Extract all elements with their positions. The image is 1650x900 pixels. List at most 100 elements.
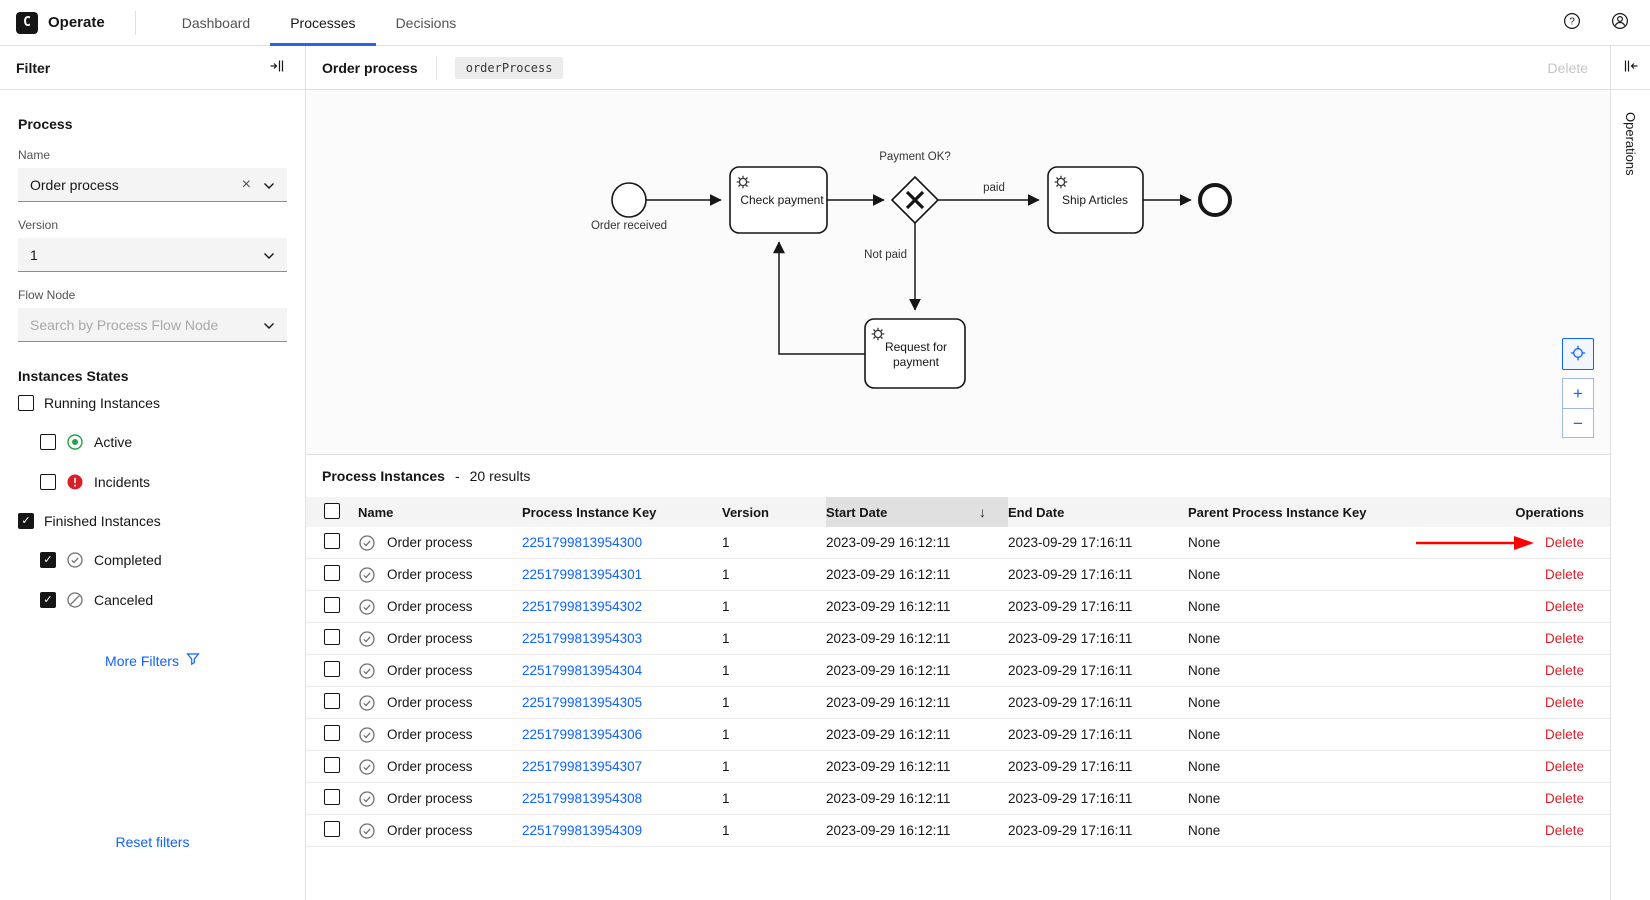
process-instance-key-link[interactable]: 2251799813954309 [522, 823, 642, 838]
bpmn-diagram[interactable]: Order received Check payment Payment OK?… [306, 90, 1610, 455]
row-end-date: 2023-09-29 17:16:11 [1008, 663, 1188, 678]
row-checkbox[interactable] [324, 789, 340, 805]
more-filters-label: More Filters [105, 653, 179, 669]
row-checkbox[interactable] [324, 757, 340, 773]
running-instances-checkbox[interactable] [18, 395, 34, 411]
main-area: Order process orderProcess Delete [306, 46, 1610, 900]
row-delete-link[interactable]: Delete [1545, 599, 1584, 614]
row-delete-link[interactable]: Delete [1545, 663, 1584, 678]
table-row[interactable]: Order process 2251799813954307 1 2023-09… [306, 751, 1610, 783]
row-delete-link[interactable]: Delete [1545, 791, 1584, 806]
column-header-name[interactable]: Name [352, 505, 522, 520]
tab-processes[interactable]: Processes [270, 0, 375, 46]
title-separator: - [455, 468, 460, 484]
user-menu-button[interactable] [1606, 9, 1634, 37]
row-delete-link[interactable]: Delete [1545, 823, 1584, 838]
row-delete-link[interactable]: Delete [1545, 567, 1584, 582]
tab-dashboard[interactable]: Dashboard [162, 0, 271, 46]
column-header-parent-process-instance-key[interactable]: Parent Process Instance Key [1188, 505, 1450, 520]
zoom-in-button[interactable]: + [1562, 378, 1594, 408]
start-event-order-received[interactable] [612, 183, 646, 217]
incidents-state-icon [66, 473, 84, 491]
table-row[interactable]: Order process 2251799813954308 1 2023-09… [306, 783, 1610, 815]
row-end-date: 2023-09-29 17:16:11 [1008, 727, 1188, 742]
more-filters-button[interactable]: More Filters [18, 652, 287, 669]
row-end-date: 2023-09-29 17:16:11 [1008, 631, 1188, 646]
select-all-checkbox[interactable] [324, 503, 340, 519]
row-checkbox[interactable] [324, 629, 340, 645]
zoom-out-button[interactable]: − [1562, 408, 1594, 438]
row-parent-key: None [1188, 599, 1450, 614]
row-checkbox[interactable] [324, 693, 340, 709]
expand-operations-panel-button[interactable] [1617, 54, 1645, 82]
sort-descending-icon[interactable]: ↓ [979, 504, 986, 520]
chevron-down-icon [263, 317, 275, 333]
active-checkbox[interactable] [40, 434, 56, 450]
active-state-icon [66, 433, 84, 451]
table-row[interactable]: Order process 2251799813954301 1 2023-09… [306, 559, 1610, 591]
bpmn-diagram-panel: Order received Check payment Payment OK?… [306, 90, 1610, 455]
table-row[interactable]: Order process 2251799813954305 1 2023-09… [306, 687, 1610, 719]
filter-active[interactable]: Active [40, 433, 287, 451]
column-header-end-date[interactable]: End Date [1008, 505, 1188, 520]
row-checkbox[interactable] [324, 821, 340, 837]
reset-filters-button[interactable]: Reset filters [116, 834, 190, 850]
end-event[interactable] [1200, 185, 1230, 215]
instances-states-title: Instances States [18, 368, 287, 384]
clear-selection-icon[interactable]: × [242, 177, 251, 193]
row-checkbox[interactable] [324, 661, 340, 677]
process-instance-key-link[interactable]: 2251799813954301 [522, 567, 642, 582]
column-header-start-date[interactable]: Start Date ↓ [826, 497, 1008, 527]
row-checkbox[interactable] [324, 725, 340, 741]
canceled-state-icon [66, 591, 84, 609]
column-header-version[interactable]: Version [722, 505, 826, 520]
table-row[interactable]: Order process 2251799813954303 1 2023-09… [306, 623, 1610, 655]
column-header-process-instance-key[interactable]: Process Instance Key [522, 505, 722, 520]
table-row[interactable]: Order process 2251799813954306 1 2023-09… [306, 719, 1610, 751]
process-instance-key-link[interactable]: 2251799813954306 [522, 727, 642, 742]
finished-instances-checkbox[interactable] [18, 513, 34, 529]
completed-checkbox[interactable] [40, 552, 56, 568]
delete-process-button-disabled[interactable]: Delete [1548, 60, 1588, 76]
row-delete-link[interactable]: Delete [1545, 695, 1584, 710]
process-instance-key-link[interactable]: 2251799813954303 [522, 631, 642, 646]
content-area: Filter Process Name Order process × Vers… [0, 46, 1650, 900]
filter-canceled[interactable]: Canceled [40, 591, 287, 609]
brand[interactable]: C Operate [16, 12, 105, 34]
reset-diagram-view-button[interactable] [1562, 338, 1594, 370]
row-delete-link[interactable]: Delete [1545, 759, 1584, 774]
process-version-select[interactable]: 1 [18, 238, 287, 272]
filter-funnel-icon [186, 652, 200, 669]
filter-completed[interactable]: Completed [40, 551, 287, 569]
filter-incidents[interactable]: Incidents [40, 473, 287, 491]
row-version: 1 [722, 823, 826, 838]
filter-running-instances[interactable]: Running Instances [18, 395, 287, 411]
table-row[interactable]: Order process 2251799813954300 1 2023-09… [306, 527, 1610, 559]
process-instance-key-link[interactable]: 2251799813954307 [522, 759, 642, 774]
canceled-checkbox[interactable] [40, 592, 56, 608]
process-instance-key-link[interactable]: 2251799813954304 [522, 663, 642, 678]
process-instance-key-link[interactable]: 2251799813954300 [522, 535, 642, 550]
row-delete-link[interactable]: Delete [1545, 631, 1584, 646]
process-instance-key-link[interactable]: 2251799813954305 [522, 695, 642, 710]
incidents-checkbox[interactable] [40, 474, 56, 490]
process-instance-key-link[interactable]: 2251799813954302 [522, 599, 642, 614]
tab-decisions[interactable]: Decisions [376, 0, 477, 46]
process-name-combobox[interactable]: Order process × [18, 168, 287, 202]
table-row[interactable]: Order process 2251799813954309 1 2023-09… [306, 815, 1610, 847]
row-checkbox[interactable] [324, 533, 340, 549]
row-end-date: 2023-09-29 17:16:11 [1008, 599, 1188, 614]
filter-finished-instances[interactable]: Finished Instances [18, 513, 287, 529]
completed-state-icon [66, 551, 84, 569]
collapse-filter-panel-button[interactable] [263, 54, 291, 82]
help-button[interactable]: ? [1558, 9, 1586, 37]
table-row[interactable]: Order process 2251799813954302 1 2023-09… [306, 591, 1610, 623]
row-delete-link[interactable]: Delete [1545, 535, 1584, 550]
row-checkbox[interactable] [324, 565, 340, 581]
navbar-divider [135, 11, 136, 35]
table-row[interactable]: Order process 2251799813954304 1 2023-09… [306, 655, 1610, 687]
row-delete-link[interactable]: Delete [1545, 727, 1584, 742]
row-checkbox[interactable] [324, 597, 340, 613]
flow-node-combobox[interactable]: Search by Process Flow Node [18, 308, 287, 342]
process-instance-key-link[interactable]: 2251799813954308 [522, 791, 642, 806]
